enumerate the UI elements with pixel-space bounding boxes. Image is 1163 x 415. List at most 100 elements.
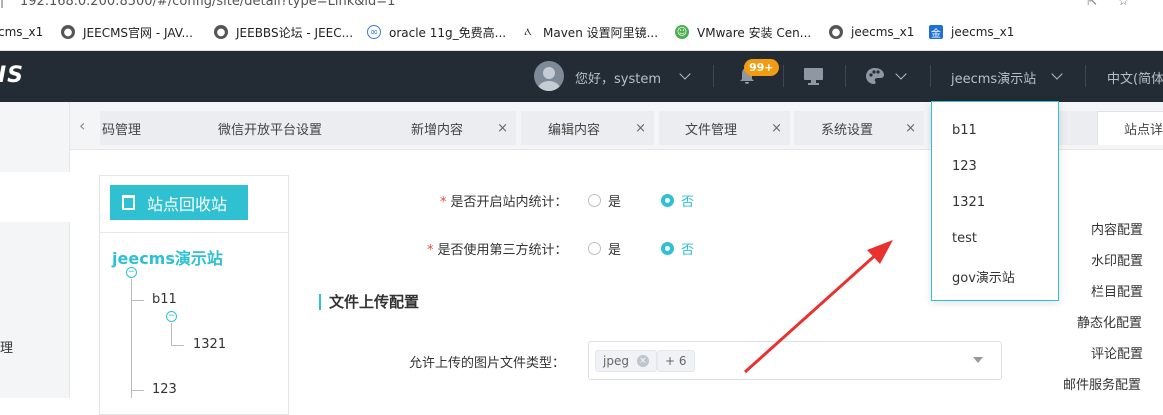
dropdown-item[interactable]: gov演示站 <box>952 267 1015 286</box>
avatar[interactable] <box>534 61 564 91</box>
tab-label: 编辑内容 <box>548 122 601 138</box>
divider <box>930 65 931 87</box>
section-title: 文件上传配置 <box>319 294 419 310</box>
tab-system-settings[interactable]: 系统设置 × <box>794 111 924 145</box>
bookmark-item[interactable]: ∞ oracle 11g_免费高... <box>367 23 506 41</box>
globe-icon: ● <box>829 25 843 39</box>
dropdown-item[interactable]: 123 <box>952 159 977 174</box>
more-tags-label: + 6 <box>665 354 687 368</box>
url-text[interactable]: 192.168.0.200:8500/#/config/site/detail?… <box>20 0 395 9</box>
tree-root-node[interactable]: jeecms演示站 <box>112 245 223 269</box>
chevron-down-icon[interactable] <box>895 68 907 80</box>
bookmarks-bar: cms_x1 ● JEECMS官网 - JAV... ● JEEBBS论坛 - … <box>0 13 1163 51</box>
radio-label-no[interactable]: 否 <box>681 239 694 258</box>
bookmark-star-icon[interactable]: ☆ <box>1118 0 1130 8</box>
divider <box>1085 65 1086 87</box>
close-icon[interactable]: × <box>771 121 782 136</box>
right-menu-item[interactable]: 栏目配置 <box>1091 281 1143 300</box>
radio-label-yes[interactable]: 是 <box>608 239 621 258</box>
dropdown-item[interactable]: 1321 <box>952 195 985 210</box>
site-selector[interactable]: jeecms演示站 <box>951 68 1036 87</box>
robot-icon: ☺ <box>675 25 689 39</box>
caret-down-icon[interactable] <box>973 357 983 363</box>
stat-radio-yes[interactable] <box>588 194 601 207</box>
dropdown-item[interactable]: b11 <box>952 123 977 138</box>
top-header: IS 您好，system 99+ jeecms演示站 中文(简体 <box>0 51 1163 102</box>
tag-label: jpeg <box>603 354 629 368</box>
bookmark-label: VMware 安装 Cen... <box>697 25 812 40</box>
tab-label: 系统设置 <box>821 122 874 138</box>
dropdown-item[interactable]: test <box>952 231 977 246</box>
right-menu-item[interactable]: 静态化配置 <box>1077 312 1142 331</box>
image-types-label: 允许上传的图片文件类型： <box>409 356 566 371</box>
tree-line <box>171 323 172 345</box>
third-party-label: * 是否使用第三方统计： <box>427 243 568 258</box>
tab-label: 微信开放平台设置 <box>218 122 323 138</box>
site-dropdown: b11 123 1321 test gov演示站 <box>931 101 1059 301</box>
bookmark-item[interactable]: ● JEEBBS论坛 - JEEC... <box>214 23 353 41</box>
chevron-down-icon[interactable] <box>679 68 691 80</box>
monitor-icon[interactable] <box>803 67 824 85</box>
tree-line <box>131 279 132 398</box>
maven-icon: Ⲁ <box>521 25 535 39</box>
bookmark-item[interactable]: ☺ VMware 安装 Cen... <box>675 23 811 41</box>
arrow-head <box>867 240 893 264</box>
bookmark-item[interactable]: 金 jeecms_x1 <box>929 23 1014 41</box>
tag-chip: jpeg × <box>595 350 657 372</box>
sidebar-item-label[interactable]: 理 <box>0 337 13 356</box>
tree-node[interactable]: b11 <box>152 292 177 307</box>
bookmark-label: cms_x1 <box>0 25 44 39</box>
sidebar: 理 <box>0 102 70 398</box>
radio-label-no[interactable]: 否 <box>681 191 694 210</box>
bookmark-item[interactable]: cms_x1 <box>0 23 43 41</box>
sidebar-active-item[interactable] <box>0 172 70 222</box>
stat-radio-no[interactable] <box>661 194 674 207</box>
bookmark-item[interactable]: Ⲁ Maven 设置阿里镜... <box>521 23 658 41</box>
tab-new-content[interactable]: 新增内容 × <box>385 111 516 145</box>
bookmark-item[interactable]: ● JEECMS官网 - JAV... <box>61 23 193 41</box>
app-logo[interactable]: IS <box>0 63 24 88</box>
chevron-down-icon[interactable] <box>1051 68 1063 80</box>
share-icon[interactable]: ⇱ <box>1087 0 1099 8</box>
tab-scroll-left-icon[interactable]: ‹ <box>79 116 85 135</box>
collapse-icon[interactable]: − <box>166 311 177 322</box>
bookmark-label: JEEBBS论坛 - JEEC... <box>236 25 354 40</box>
tab-file-manage[interactable]: 文件管理 × <box>659 111 790 145</box>
right-menu-item[interactable]: 邮件服务配置 <box>1063 374 1141 393</box>
right-menu-item[interactable]: 评论配置 <box>1091 343 1143 362</box>
tree-line <box>171 345 184 346</box>
greeting-text[interactable]: 您好，system <box>575 68 661 87</box>
palette-icon[interactable] <box>865 67 885 85</box>
site-recycle-button[interactable]: 站点回收站 <box>110 185 248 220</box>
address-bar[interactable]: | 192.168.0.200:8500/#/config/site/detai… <box>0 0 1163 12</box>
tree-node[interactable]: 123 <box>152 382 177 397</box>
third-radio-no[interactable] <box>661 242 674 255</box>
tree-line <box>131 390 144 391</box>
language-selector[interactable]: 中文(简体 <box>1107 68 1163 87</box>
bookmark-label: jeecms_x1 <box>951 25 1015 39</box>
tab-site-detail[interactable]: 站点详 <box>1097 111 1163 145</box>
divider <box>100 232 288 233</box>
close-icon[interactable]: × <box>905 121 916 136</box>
tab-label: 站点详 <box>1124 123 1163 138</box>
third-radio-yes[interactable] <box>588 242 601 255</box>
stat-label: * 是否开启站内统计： <box>440 195 568 210</box>
bookmark-label: JEECMS官网 - JAV... <box>83 25 193 40</box>
divider <box>713 65 714 87</box>
tree-node[interactable]: 1321 <box>193 337 226 352</box>
image-types-select[interactable]: jpeg × + 6 <box>588 341 1002 380</box>
tab-label: 文件管理 <box>685 122 738 138</box>
collapse-icon[interactable]: − <box>126 267 137 278</box>
tag-close-icon[interactable]: × <box>636 355 649 367</box>
close-icon[interactable]: × <box>497 121 508 136</box>
tab-edit-content[interactable]: 编辑内容 × <box>521 111 654 145</box>
bookmark-item[interactable]: ● jeecms_x1 <box>829 23 914 41</box>
right-menu-item[interactable]: 水印配置 <box>1091 250 1143 269</box>
right-menu-item[interactable]: 内容配置 <box>1091 219 1143 238</box>
radio-label-yes[interactable]: 是 <box>608 191 621 210</box>
bookmark-label: jeecms_x1 <box>851 25 915 39</box>
close-icon[interactable]: × <box>635 121 646 136</box>
divider <box>783 65 784 87</box>
separator-icon: | <box>0 0 5 8</box>
notification-badge[interactable]: 99+ <box>744 59 779 76</box>
